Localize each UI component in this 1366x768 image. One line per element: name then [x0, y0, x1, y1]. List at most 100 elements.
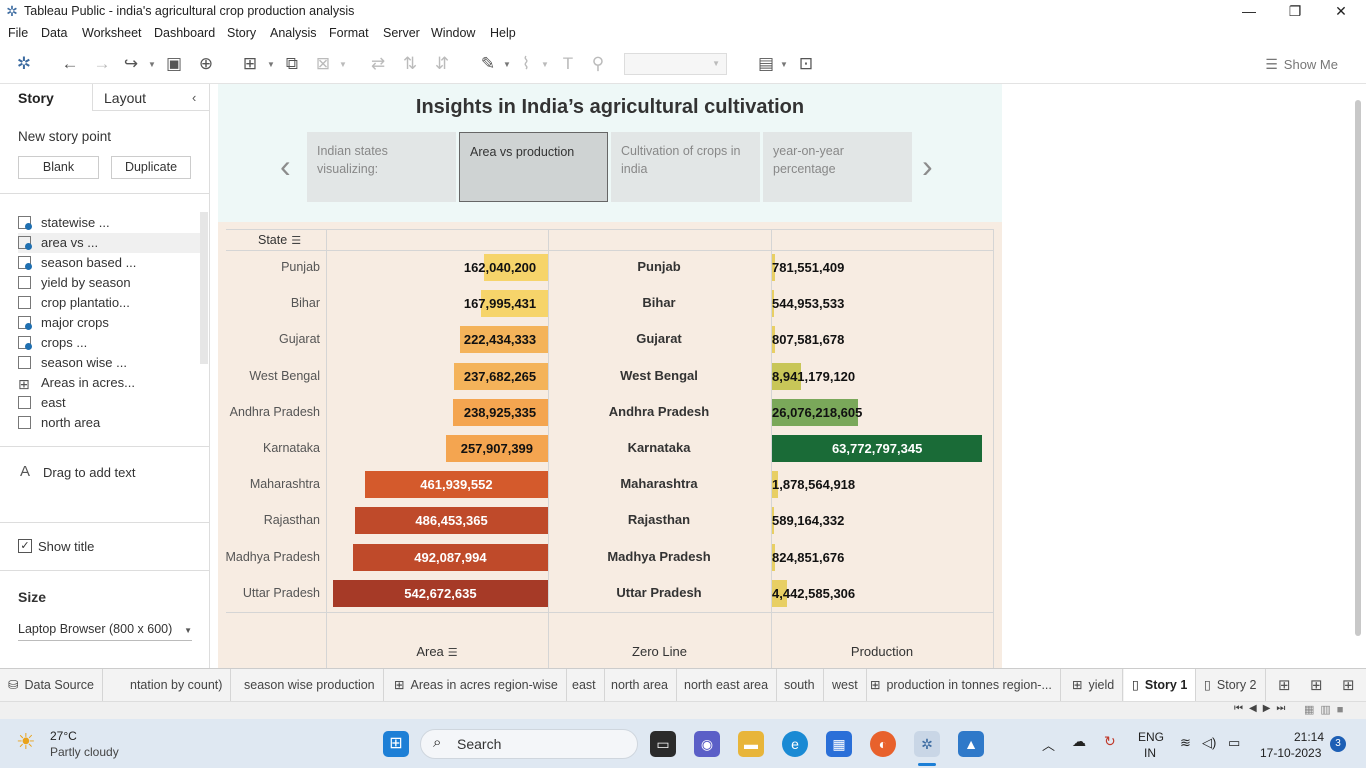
- duplicate-sheet-icon[interactable]: ⧉: [282, 53, 302, 75]
- menu-analysis[interactable]: Analysis: [270, 26, 317, 40]
- main-scrollbar[interactable]: [1355, 100, 1361, 636]
- sheet-tab[interactable]: ▯ Story 2: [1196, 669, 1266, 702]
- restore-icon[interactable]: ❐: [1272, 0, 1318, 22]
- state-label[interactable]: Madhya Pradesh: [224, 548, 320, 566]
- view-mode-icons[interactable]: ▦▥■: [1304, 703, 1349, 716]
- story-point-1[interactable]: Indian states visualizing:: [307, 132, 456, 202]
- menu-file[interactable]: File: [8, 26, 28, 40]
- notification-badge[interactable]: 3: [1330, 736, 1346, 752]
- state-label[interactable]: Karnataka: [224, 439, 320, 457]
- weather-icon[interactable]: ☀: [16, 729, 36, 755]
- sort-ascending-icon[interactable]: ⇅: [400, 53, 420, 75]
- state-label[interactable]: West Bengal: [224, 367, 320, 385]
- replay-icon[interactable]: ↪: [121, 53, 141, 75]
- menu-window[interactable]: Window: [431, 26, 475, 40]
- clear-sheet-icon[interactable]: ⊠: [313, 53, 333, 75]
- menu-worksheet[interactable]: Worksheet: [82, 26, 142, 40]
- tray-overflow-icon[interactable]: ︿: [1042, 735, 1055, 754]
- volume-icon[interactable]: ◁): [1202, 735, 1216, 751]
- save-icon[interactable]: ▣: [164, 53, 184, 75]
- size-dropdown[interactable]: Laptop Browser (800 x 600) ▼: [18, 619, 192, 641]
- tab-layout[interactable]: Layout: [104, 90, 146, 106]
- sheet-item[interactable]: east: [18, 393, 200, 413]
- tableau-taskbar-icon[interactable]: ✲: [914, 731, 940, 757]
- tab-story[interactable]: Story: [18, 90, 54, 106]
- sheet-item[interactable]: north area: [18, 413, 200, 433]
- clear-dropdown-icon[interactable]: ▼: [339, 60, 347, 69]
- weather-temp[interactable]: 27°C: [50, 729, 77, 743]
- drag-to-add-text-label[interactable]: Drag to add text: [43, 465, 136, 480]
- zero-line-state-label[interactable]: Karnataka: [548, 439, 770, 457]
- close-icon[interactable]: ✕: [1318, 0, 1364, 22]
- new-worksheet-icon[interactable]: ⊞: [240, 53, 260, 75]
- zero-line-state-label[interactable]: Gujarat: [548, 330, 770, 348]
- state-label[interactable]: Maharashtra: [224, 475, 320, 493]
- sheet-tab[interactable]: west: [824, 669, 867, 702]
- sheet-tab[interactable]: ⊞ Areas in acres region-wise: [386, 669, 567, 702]
- sheet-tab[interactable]: ⊞ production in tonnes region-...: [862, 669, 1061, 702]
- sheet-tab[interactable]: east: [564, 669, 605, 702]
- sheet-item[interactable]: ⊞ Areas in acres...: [18, 373, 200, 393]
- pin-icon[interactable]: ⚲: [588, 53, 608, 75]
- highlight-icon[interactable]: ✎: [478, 53, 498, 75]
- story-point-4[interactable]: year-on-year percentage: [763, 132, 912, 202]
- state-label[interactable]: Rajasthan: [224, 511, 320, 529]
- sheet-tab[interactable]: south: [776, 669, 824, 702]
- new-worksheet-dropdown-icon[interactable]: ▼: [267, 60, 275, 69]
- edge-browser-icon[interactable]: e: [782, 731, 808, 757]
- sheet-item[interactable]: area vs ...: [18, 233, 200, 253]
- wifi-icon[interactable]: ≋: [1180, 735, 1191, 751]
- fit-dropdown[interactable]: ▼: [624, 53, 727, 75]
- sort-icon[interactable]: ☰: [448, 647, 458, 659]
- swap-icon[interactable]: ⇄: [368, 53, 388, 75]
- new-dashboard-tab-icon[interactable]: ⊞: [1310, 676, 1323, 694]
- sheet-list-scrollbar[interactable]: [200, 212, 208, 364]
- state-label[interactable]: Bihar: [224, 294, 320, 312]
- sheet-item[interactable]: yield by season: [18, 273, 200, 293]
- zero-line-state-label[interactable]: Maharashtra: [548, 475, 770, 493]
- redo-icon[interactable]: →: [92, 53, 112, 75]
- state-header[interactable]: State ☰: [258, 233, 301, 247]
- weather-desc[interactable]: Partly cloudy: [50, 745, 119, 759]
- clock-date[interactable]: 17-10-2023: [1260, 746, 1321, 760]
- menu-dashboard[interactable]: Dashboard: [154, 26, 215, 40]
- state-label[interactable]: Punjab: [224, 258, 320, 276]
- menu-server[interactable]: Server: [383, 26, 420, 40]
- sheet-item[interactable]: season based ...: [18, 253, 200, 273]
- sheet-tab[interactable]: north area: [603, 669, 677, 702]
- area-axis-title[interactable]: Area ☰: [326, 644, 548, 659]
- sheet-tab[interactable]: season wise production: [236, 669, 384, 702]
- battery-icon[interactable]: ▭: [1228, 735, 1240, 751]
- state-label[interactable]: Gujarat: [224, 330, 320, 348]
- clock-time[interactable]: 21:14: [1294, 730, 1324, 744]
- language-in[interactable]: IN: [1144, 746, 1156, 760]
- new-worksheet-tab-icon[interactable]: ⊞: [1278, 676, 1291, 694]
- sheet-tab[interactable]: ⊞ yield: [1064, 669, 1124, 702]
- new-datasource-icon[interactable]: ⊕: [196, 53, 216, 75]
- zero-line-state-label[interactable]: Madhya Pradesh: [548, 548, 770, 566]
- zero-line-state-label[interactable]: Punjab: [548, 258, 770, 276]
- language-eng[interactable]: ENG: [1138, 730, 1164, 744]
- presentation-mode-icon[interactable]: ⊡: [796, 53, 816, 75]
- sheet-item[interactable]: major crops: [18, 313, 200, 333]
- zero-line-state-label[interactable]: Uttar Pradesh: [548, 584, 770, 602]
- zero-line-state-label[interactable]: Rajasthan: [548, 511, 770, 529]
- sheet-tab[interactable]: ⛁ Data Source: [0, 669, 103, 702]
- sheet-item[interactable]: season wise ...: [18, 353, 200, 373]
- previous-story-point-icon[interactable]: ‹: [280, 146, 291, 186]
- zero-line-state-label[interactable]: Bihar: [548, 294, 770, 312]
- zero-line-state-label[interactable]: Andhra Pradesh: [548, 403, 770, 421]
- story-point-2[interactable]: Area vs production: [459, 132, 608, 202]
- teams-chat-icon[interactable]: ◉: [694, 731, 720, 757]
- minimize-icon[interactable]: —: [1226, 0, 1272, 22]
- state-label[interactable]: Andhra Pradesh: [224, 403, 320, 421]
- story-point-3[interactable]: Cultivation of crops in india: [611, 132, 760, 202]
- firefox-icon[interactable]: ◐: [870, 731, 896, 757]
- group-icon[interactable]: ⌇: [516, 53, 536, 75]
- sheet-tab[interactable]: north east area: [676, 669, 778, 702]
- update-icon[interactable]: ↻: [1104, 733, 1116, 750]
- microsoft-store-icon[interactable]: ▦: [826, 731, 852, 757]
- menu-data[interactable]: Data: [41, 26, 67, 40]
- replay-dropdown-icon[interactable]: ▼: [148, 60, 156, 69]
- zero-line-state-label[interactable]: West Bengal: [548, 367, 770, 385]
